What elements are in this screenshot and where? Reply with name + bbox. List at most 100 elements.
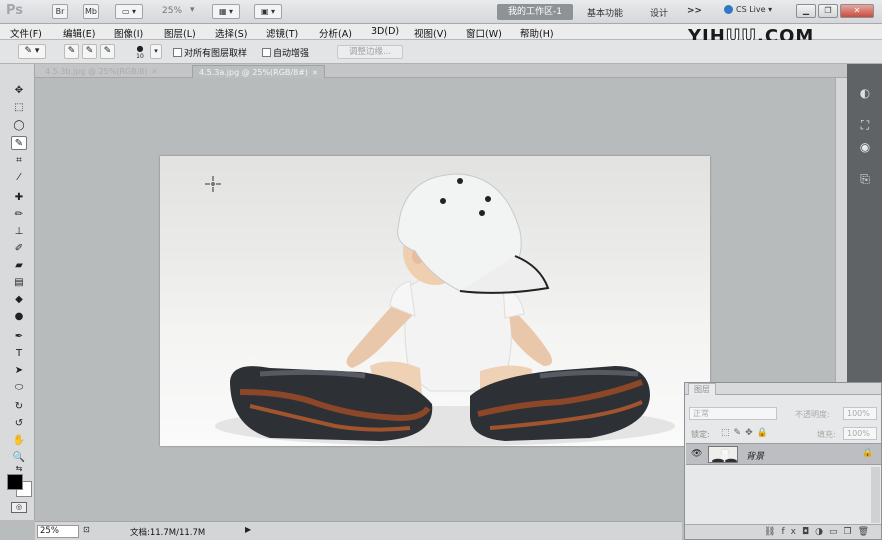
delete-layer-icon[interactable]: 🗑 xyxy=(858,527,875,537)
document-image[interactable] xyxy=(160,156,710,446)
menu-analysis[interactable]: 分析(A) xyxy=(319,26,352,40)
auto-enhance-checkbox[interactable]: 自动增强 xyxy=(262,46,309,59)
sample-all-layers-label: 对所有图层取样 xyxy=(184,49,248,59)
layer-name[interactable]: 背景 xyxy=(746,449,764,462)
layers-panel-footer: ⛓fx◘◑▭❐🗑 xyxy=(685,524,881,539)
foreground-color-front[interactable] xyxy=(7,474,23,490)
add-mask-icon[interactable]: ◘ xyxy=(802,527,815,537)
link-layers-icon[interactable]: ⛓ xyxy=(764,527,781,537)
hand-tool-icon[interactable]: ✋ xyxy=(11,434,27,448)
clone-source-icon[interactable]: ⎘ xyxy=(856,170,874,188)
adjustments-icon[interactable]: ⛶ xyxy=(856,116,874,134)
layer-thumbnail-image xyxy=(709,447,737,462)
3d-rotate-tool-icon[interactable]: ↻ xyxy=(11,400,27,414)
crop-tool-icon[interactable]: ⌗ xyxy=(11,154,27,168)
screen-mode-button[interactable]: ▣ ▾ xyxy=(254,4,282,19)
auto-enhance-box xyxy=(262,48,271,57)
menu-3d[interactable]: 3D(D) xyxy=(371,26,399,37)
path-selection-tool-icon[interactable]: ➤ xyxy=(11,364,27,378)
new-layer-icon[interactable]: ❐ xyxy=(843,527,857,537)
clone-stamp-tool-icon[interactable]: ⊥ xyxy=(11,225,27,239)
menu-window[interactable]: 窗口(W) xyxy=(466,26,502,40)
adjustment-layer-icon[interactable]: ◑ xyxy=(815,527,829,537)
refine-edge-button[interactable]: 调整边缘... xyxy=(337,45,403,59)
arrange-documents-button[interactable]: ▦ ▾ xyxy=(212,4,240,19)
marquee-tool-icon[interactable]: ⬚ xyxy=(11,101,27,115)
opacity-field[interactable]: 100% xyxy=(843,407,877,420)
blend-mode-dropdown[interactable]: 正常 xyxy=(689,407,777,420)
brush-picker-chevron-down-icon[interactable]: ▾ xyxy=(150,44,162,59)
brush-dot-icon: ● xyxy=(136,44,144,53)
lock-options[interactable]: ⬚✎✥🔒 xyxy=(721,428,772,438)
auto-enhance-label: 自动增强 xyxy=(273,49,310,59)
menu-filter[interactable]: 滤镜(T) xyxy=(266,26,298,40)
pen-tool-icon[interactable]: ✒ xyxy=(11,330,27,344)
menu-layer[interactable]: 图层(L) xyxy=(164,26,196,40)
status-zoom-field[interactable]: 25% xyxy=(37,525,79,538)
workspace-design[interactable]: 设计 xyxy=(650,6,668,19)
history-brush-tool-icon[interactable]: ✐ xyxy=(11,242,27,256)
gradient-tool-icon[interactable]: ▤ xyxy=(11,276,27,290)
dodge-tool-icon[interactable]: ● xyxy=(11,310,27,324)
menu-image[interactable]: 图像(I) xyxy=(114,26,143,40)
lock-position-icon[interactable]: ✥ xyxy=(745,428,757,438)
brush-picker[interactable]: ● 10 xyxy=(134,44,146,60)
status-preview-icon[interactable]: ⊡ xyxy=(83,525,90,534)
add-to-selection-brush-icon[interactable]: ✎ xyxy=(82,44,97,59)
type-tool-icon[interactable]: T xyxy=(11,347,27,361)
3d-orbit-tool-icon[interactable]: ↺ xyxy=(11,417,27,431)
quick-mask-button[interactable]: ◎ xyxy=(11,502,27,513)
minimize-button[interactable]: ▁ xyxy=(796,4,816,18)
new-group-icon[interactable]: ▭ xyxy=(829,527,844,537)
lock-pixels-icon[interactable]: ✎ xyxy=(734,428,746,438)
fill-field[interactable]: 100% xyxy=(843,427,877,440)
quick-selection-tool-icon[interactable]: ✎ xyxy=(11,136,27,150)
workspace-my-workspace[interactable]: 我的工作区-1 xyxy=(497,4,573,20)
menu-file[interactable]: 文件(F) xyxy=(10,26,42,40)
layers-scrollbar[interactable] xyxy=(871,467,880,523)
tab-close-icon[interactable]: ✕ xyxy=(312,69,318,77)
layers-panel-title[interactable]: 图层 xyxy=(688,383,716,395)
zoom-level-dropdown[interactable]: 25% xyxy=(162,6,182,16)
tab-close-icon[interactable]: ✕ xyxy=(152,68,158,76)
lock-transparency-icon[interactable]: ⬚ xyxy=(721,428,734,438)
navigator-icon[interactable]: ◐ xyxy=(856,84,874,102)
menu-edit[interactable]: 编辑(E) xyxy=(63,26,95,40)
more-workspaces-button[interactable]: >> xyxy=(687,6,702,16)
menu-help[interactable]: 帮助(H) xyxy=(520,26,554,40)
workspace-essentials[interactable]: 基本功能 xyxy=(587,6,623,19)
tab-4-5-3b[interactable]: 4.5.3b.jpg @ 25%(RGB/8) ✕ xyxy=(39,65,163,78)
photoshop-logo: Ps xyxy=(6,3,24,18)
lasso-tool-icon[interactable]: ◯ xyxy=(11,119,27,133)
bridge-button[interactable]: Br xyxy=(52,4,68,19)
eraser-tool-icon[interactable]: ▰ xyxy=(11,259,27,273)
layer-style-icon[interactable]: fx xyxy=(781,527,802,537)
extras-menu-button[interactable]: ▭ ▾ xyxy=(115,4,143,19)
mini-bridge-button[interactable]: Mb xyxy=(83,4,99,19)
zoom-chevron-down-icon[interactable]: ▾ xyxy=(190,5,195,15)
brush-tool-icon[interactable]: ✏ xyxy=(11,208,27,222)
healing-brush-tool-icon[interactable]: ✚ xyxy=(11,191,27,205)
layer-visibility-eye-icon[interactable]: 👁 xyxy=(691,449,702,459)
status-menu-arrow-icon[interactable]: ▶ xyxy=(245,525,251,534)
sample-all-layers-checkbox[interactable]: 对所有图层取样 xyxy=(173,46,247,59)
layer-row-background[interactable]: 👁 背景 🔒 xyxy=(686,443,881,465)
tab-4-5-3a[interactable]: 4.5.3a.jpg @ 25%(RGB/8#) ✕ xyxy=(192,65,325,78)
menu-view[interactable]: 视图(V) xyxy=(414,26,447,40)
lock-all-icon[interactable]: 🔒 xyxy=(757,428,772,438)
restore-button[interactable]: ❐ xyxy=(818,4,838,18)
blur-tool-icon[interactable]: ◆ xyxy=(11,293,27,307)
subtract-selection-brush-icon[interactable]: ✎ xyxy=(100,44,115,59)
title-bar: Ps Br Mb ▭ ▾ 25% ▾ ▦ ▾ ▣ ▾ 我的工作区-1 基本功能 … xyxy=(0,0,882,24)
layers-panel-header: 图层 xyxy=(685,383,881,395)
masks-icon[interactable]: ◉ xyxy=(856,138,874,156)
cs-live-button[interactable]: CS Live ▾ xyxy=(724,5,772,14)
move-tool-icon[interactable]: ✥ xyxy=(11,84,27,98)
shape-tool-icon[interactable]: ⬭ xyxy=(11,381,27,395)
close-button[interactable]: ✕ xyxy=(840,4,874,18)
fill-label: 填充: xyxy=(817,430,836,439)
new-selection-brush-icon[interactable]: ✎ xyxy=(64,44,79,59)
eyedropper-tool-icon[interactable]: ⁄ xyxy=(11,171,27,185)
menu-select[interactable]: 选择(S) xyxy=(215,26,247,40)
tool-preset-picker[interactable]: ✎ ▾ xyxy=(18,44,46,59)
